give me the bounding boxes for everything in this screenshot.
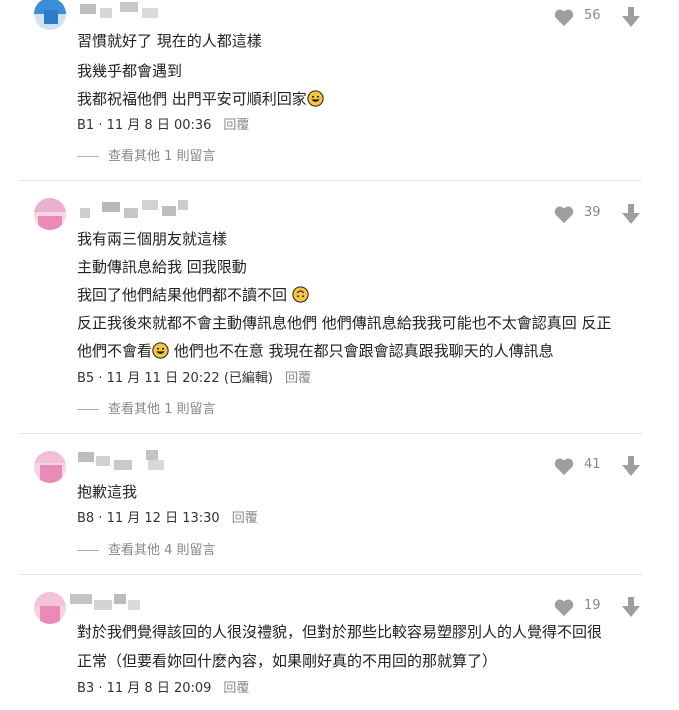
divider-dash <box>77 156 99 157</box>
like-count: 19 <box>584 598 601 613</box>
reply-button[interactable]: 回覆 <box>223 118 249 133</box>
upside-down-face-icon <box>292 286 309 303</box>
comment-text-line: 對於我們覺得該回的人很沒禮貌，但對於那些比較容易塑膠別人的人覺得不回很 <box>77 623 603 641</box>
username-blurred[interactable] <box>80 200 190 220</box>
comment-text: 他們也不在意 我現在都只會跟會認真跟我聊天的人傳訊息 <box>173 342 554 360</box>
divider-dash <box>77 550 99 551</box>
thumbs-up-icon[interactable] <box>553 204 575 224</box>
comment-text-line: 習慣就好了 現在的人都這樣 <box>77 32 262 50</box>
timestamp: 11 月 12 日 13:30 <box>106 511 220 526</box>
comment-text-line: 正常（但要看妳回什麼內容，如果剛好真的不用回的那就算了） <box>77 652 498 670</box>
floor-number: B8 <box>77 511 95 526</box>
comment-text-line: 反正我後來就都不會主動傳訊息他們 他們傳訊息給我我可能也不太會認真回 反正 <box>77 314 612 332</box>
grinning-face-icon <box>307 90 324 107</box>
floor-number: B5 <box>77 371 95 386</box>
username-blurred[interactable] <box>70 592 142 612</box>
thumbs-down-icon[interactable] <box>621 596 641 618</box>
view-more-replies-link[interactable]: 查看其他 4 則留言 <box>77 542 216 560</box>
reply-button[interactable]: 回覆 <box>285 371 311 386</box>
username-blurred[interactable] <box>78 450 168 470</box>
reply-button[interactable]: 回覆 <box>232 511 258 526</box>
comment-text: 我都祝福他們 出門平安可順利回家 <box>77 90 307 108</box>
comment-meta: B8 · 11 月 12 日 13:30 回覆 <box>77 511 258 526</box>
avatar[interactable] <box>34 451 66 483</box>
timestamp: 11 月 11 日 20:22 (已編輯) <box>106 371 273 386</box>
view-more-replies-link[interactable]: 查看其他 1 則留言 <box>77 148 216 166</box>
reply-button[interactable]: 回覆 <box>223 681 249 696</box>
comment-text: 我回了他們結果他們都不讀不回 <box>77 286 288 304</box>
like-count: 39 <box>584 205 601 220</box>
comment-divider <box>20 574 642 575</box>
comment-meta: B1 · 11 月 8 日 00:36 回覆 <box>77 118 250 133</box>
comment-text-line: 抱歉這我 <box>77 483 138 501</box>
comment-text: 他們不會看 <box>77 342 153 360</box>
comment-text-line: 主動傳訊息給我 回我限動 <box>77 258 247 276</box>
username-blurred[interactable] <box>80 2 160 22</box>
like-count: 41 <box>584 457 601 472</box>
view-more-replies-label: 查看其他 4 則留言 <box>108 543 216 558</box>
grinning-face-icon <box>152 342 169 359</box>
view-more-replies-link[interactable]: 查看其他 1 則留言 <box>77 401 216 419</box>
comment-text-line: 我回了他們結果他們都不讀不回 <box>77 285 309 305</box>
avatar[interactable] <box>34 0 66 30</box>
thumbs-down-icon[interactable] <box>621 455 641 477</box>
comment-text-line: 我幾乎都會遇到 <box>77 62 183 80</box>
avatar[interactable] <box>34 592 66 624</box>
comment-meta: B3 · 11 月 8 日 20:09 回覆 <box>77 681 250 696</box>
divider-dash <box>77 409 99 410</box>
comment-text-line: 他們不會看 他們也不在意 我現在都只會跟會認真跟我聊天的人傳訊息 <box>77 341 554 361</box>
view-more-replies-label: 查看其他 1 則留言 <box>108 149 216 164</box>
comment-divider <box>20 433 642 434</box>
floor-number: B3 <box>77 681 95 696</box>
avatar[interactable] <box>34 198 66 230</box>
comment-meta: B5 · 11 月 11 日 20:22 (已編輯) 回覆 <box>77 371 311 386</box>
thumbs-up-icon[interactable] <box>553 456 575 476</box>
comment-text-line: 我都祝福他們 出門平安可順利回家 <box>77 89 324 109</box>
thumbs-down-icon[interactable] <box>621 6 641 28</box>
timestamp: 11 月 8 日 00:36 <box>106 118 212 133</box>
comment-text-line: 我有兩三個朋友就這樣 <box>77 230 228 248</box>
comment-divider <box>20 180 642 181</box>
thumbs-up-icon[interactable] <box>553 7 575 27</box>
thumbs-down-icon[interactable] <box>621 203 641 225</box>
thumbs-up-icon[interactable] <box>553 597 575 617</box>
timestamp: 11 月 8 日 20:09 <box>106 681 212 696</box>
floor-number: B1 <box>77 118 95 133</box>
view-more-replies-label: 查看其他 1 則留言 <box>108 402 216 417</box>
like-count: 56 <box>584 8 601 23</box>
